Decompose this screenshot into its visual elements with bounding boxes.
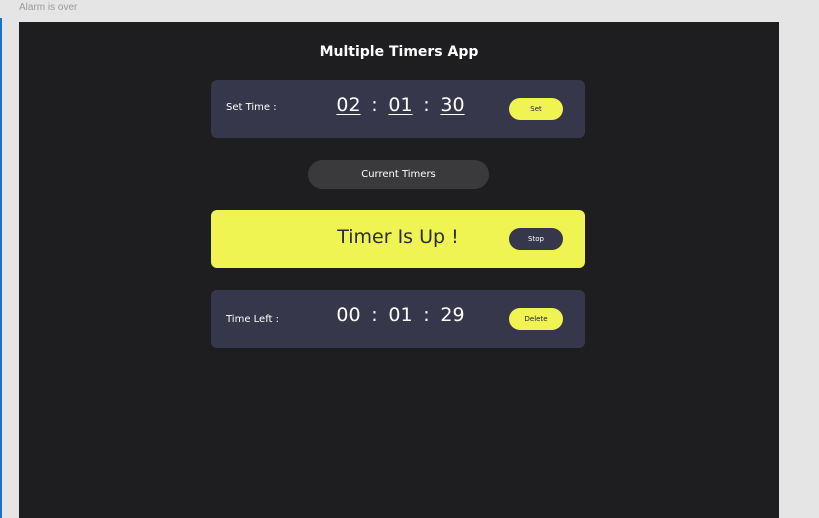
seconds-input[interactable]: 30 — [440, 94, 465, 116]
minutes-input[interactable]: 01 — [388, 94, 413, 116]
time-separator: : — [371, 304, 378, 326]
app-frame: Multiple Timers App Set Time : 02 : 01 :… — [19, 22, 779, 518]
stop-button[interactable]: Stop — [509, 228, 563, 250]
set-time-inputs: 02 : 01 : 30 — [336, 94, 465, 116]
hours-input[interactable]: 02 — [336, 94, 361, 116]
time-separator: : — [423, 94, 430, 116]
time-separator: : — [423, 304, 430, 326]
set-button[interactable]: Set — [509, 98, 563, 120]
delete-button[interactable]: Delete — [509, 308, 563, 330]
time-left-display: 00 : 01 : 29 — [336, 304, 465, 326]
set-time-card: Set Time : 02 : 01 : 30 Set — [211, 80, 585, 138]
set-time-label: Set Time : — [226, 102, 277, 113]
current-timers-button[interactable]: Current Timers — [308, 160, 489, 189]
seconds-value: 29 — [440, 304, 465, 326]
minutes-value: 01 — [388, 304, 413, 326]
frame-label: Alarm is over — [19, 2, 78, 13]
hours-value: 00 — [336, 304, 361, 326]
time-separator: : — [371, 94, 378, 116]
selection-edge — [0, 18, 2, 518]
timer-up-card: Timer Is Up ! Stop — [211, 210, 585, 268]
timer-card: Time Left : 00 : 01 : 29 Delete — [211, 290, 585, 348]
app-title: Multiple Timers App — [319, 44, 479, 60]
time-left-label: Time Left : — [226, 314, 280, 325]
